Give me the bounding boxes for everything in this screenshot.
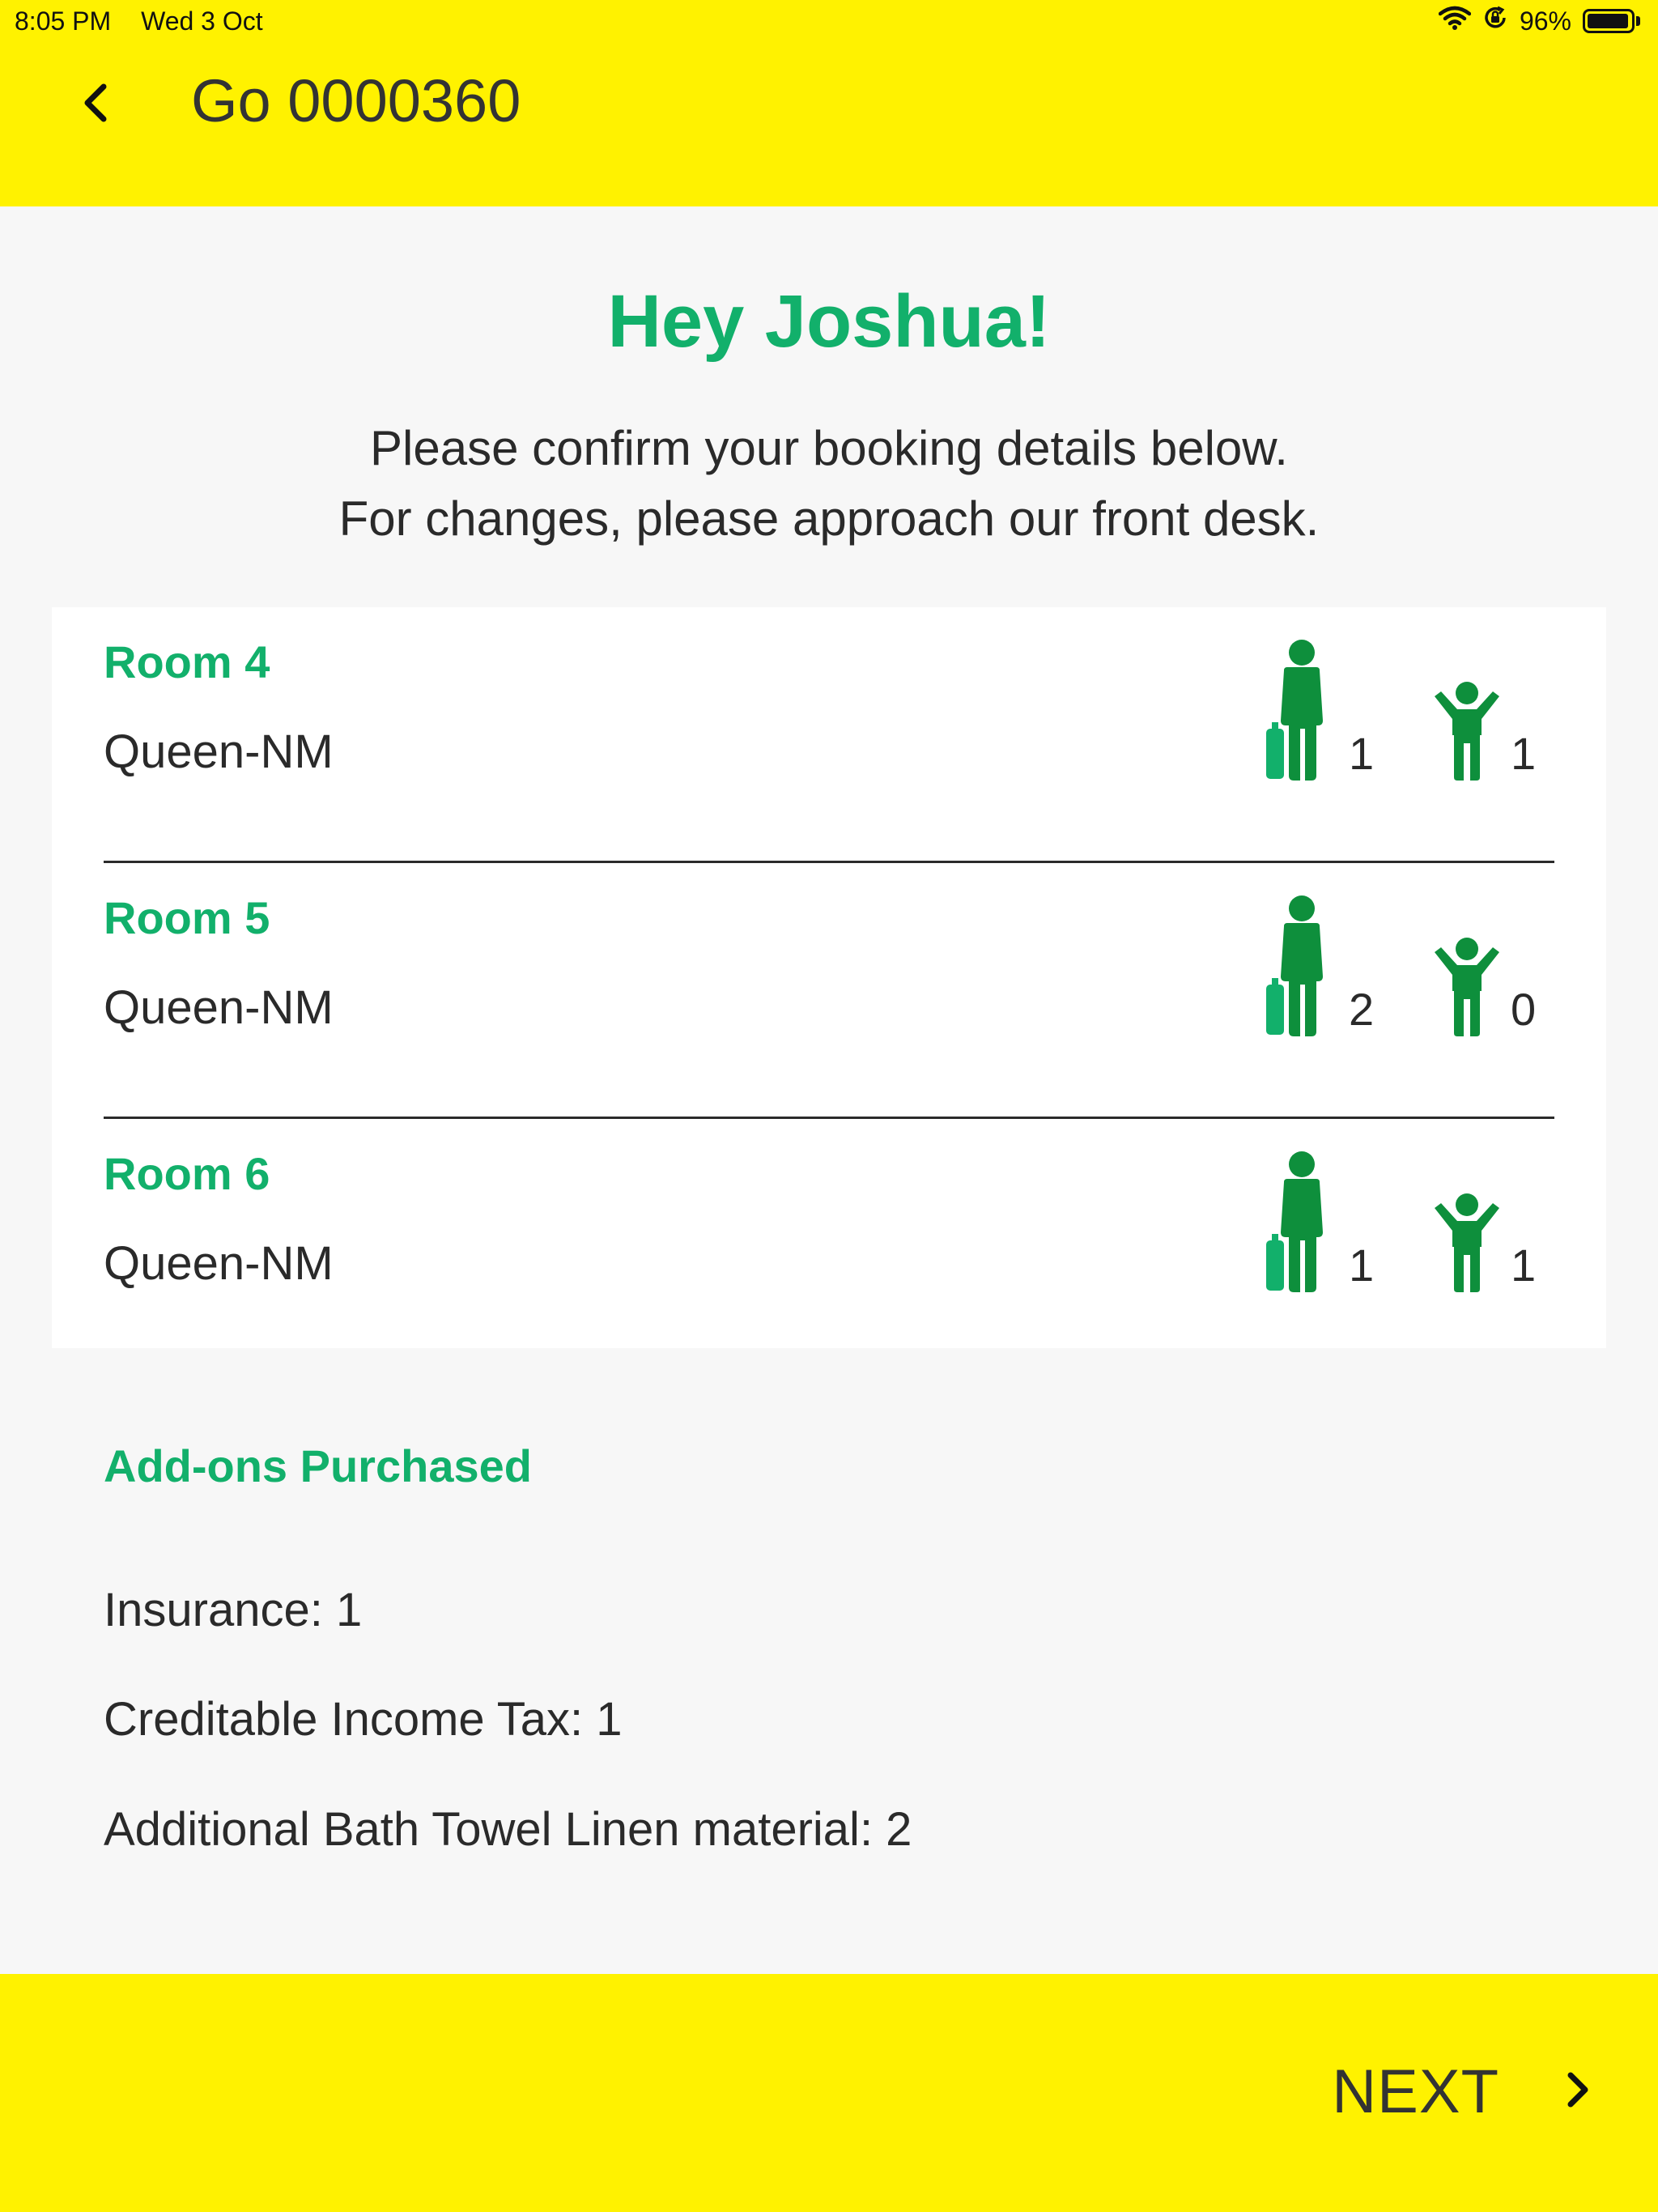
back-button[interactable] bbox=[73, 76, 118, 133]
battery-percent: 96% bbox=[1519, 6, 1571, 36]
instructions: Please confirm your booking details belo… bbox=[0, 413, 1658, 554]
room-title: Room 4 bbox=[104, 636, 270, 687]
room-row-4: Room 4 Queen-NM 1 1 bbox=[104, 607, 1554, 863]
room-type: Queen-NM bbox=[104, 725, 334, 778]
addons-title: Add-ons Purchased bbox=[104, 1440, 532, 1491]
room-title: Room 5 bbox=[104, 892, 270, 943]
next-button[interactable]: NEXT bbox=[1332, 2047, 1593, 2136]
battery-icon bbox=[1583, 9, 1640, 33]
battery-tip bbox=[1636, 16, 1640, 26]
status-left: 8:05 PM Wed 3 Oct bbox=[15, 6, 263, 36]
child-count: 1 bbox=[1511, 728, 1537, 779]
next-label: NEXT bbox=[1332, 2057, 1499, 2126]
adult-traveler-icon bbox=[1263, 1151, 1337, 1292]
room-row-6: Room 6 Queen-NM 1 1 bbox=[104, 1119, 1554, 1375]
adult-traveler-icon bbox=[1263, 895, 1337, 1036]
guest-counts: 1 1 bbox=[1263, 640, 1554, 793]
wifi-icon bbox=[1438, 6, 1472, 36]
status-date: Wed 3 Oct bbox=[141, 6, 263, 36]
room-row-5: Room 5 Queen-NM 2 0 bbox=[104, 863, 1554, 1119]
status-bar: 8:05 PM Wed 3 Oct 96% bbox=[0, 0, 1658, 42]
addon-item-bath-towel: Additional Bath Towel Linen material: 2 bbox=[104, 1803, 912, 1856]
room-title: Room 6 bbox=[104, 1148, 270, 1199]
status-right: 96% bbox=[1438, 5, 1640, 37]
room-type: Queen-NM bbox=[104, 981, 334, 1034]
adult-count: 2 bbox=[1349, 984, 1375, 1035]
app-header: Go 0000360 bbox=[0, 42, 1658, 206]
child-icon bbox=[1430, 938, 1504, 1036]
addon-item-income-tax: Creditable Income Tax: 1 bbox=[104, 1693, 623, 1746]
child-count: 1 bbox=[1511, 1240, 1537, 1291]
guest-counts: 1 1 bbox=[1263, 1151, 1554, 1305]
room-type: Queen-NM bbox=[104, 1237, 334, 1290]
instructions-line-2: For changes, please approach our front d… bbox=[338, 491, 1320, 546]
battery-body bbox=[1583, 9, 1635, 33]
chevron-right-icon bbox=[1564, 2069, 1593, 2115]
chevron-left-icon bbox=[79, 80, 112, 130]
battery-fill bbox=[1588, 14, 1628, 28]
adult-count: 1 bbox=[1349, 1240, 1375, 1291]
orientation-lock-icon bbox=[1482, 5, 1508, 37]
child-count: 0 bbox=[1511, 984, 1537, 1035]
adult-count: 1 bbox=[1349, 728, 1375, 779]
instructions-line-1: Please confirm your booking details belo… bbox=[370, 421, 1288, 475]
child-icon bbox=[1430, 682, 1504, 781]
status-time: 8:05 PM bbox=[15, 6, 112, 36]
rooms-card: Room 4 Queen-NM 1 1 Room 5 Queen-NM 2 0 … bbox=[52, 607, 1606, 1348]
child-icon bbox=[1430, 1193, 1504, 1292]
booking-reference-title: Go 0000360 bbox=[191, 67, 521, 134]
greeting-title: Hey Joshua! bbox=[607, 280, 1051, 363]
adult-traveler-icon bbox=[1263, 640, 1337, 781]
footer-bar: NEXT bbox=[0, 1974, 1658, 2212]
addon-item-insurance: Insurance: 1 bbox=[104, 1584, 363, 1636]
guest-counts: 2 0 bbox=[1263, 895, 1554, 1049]
